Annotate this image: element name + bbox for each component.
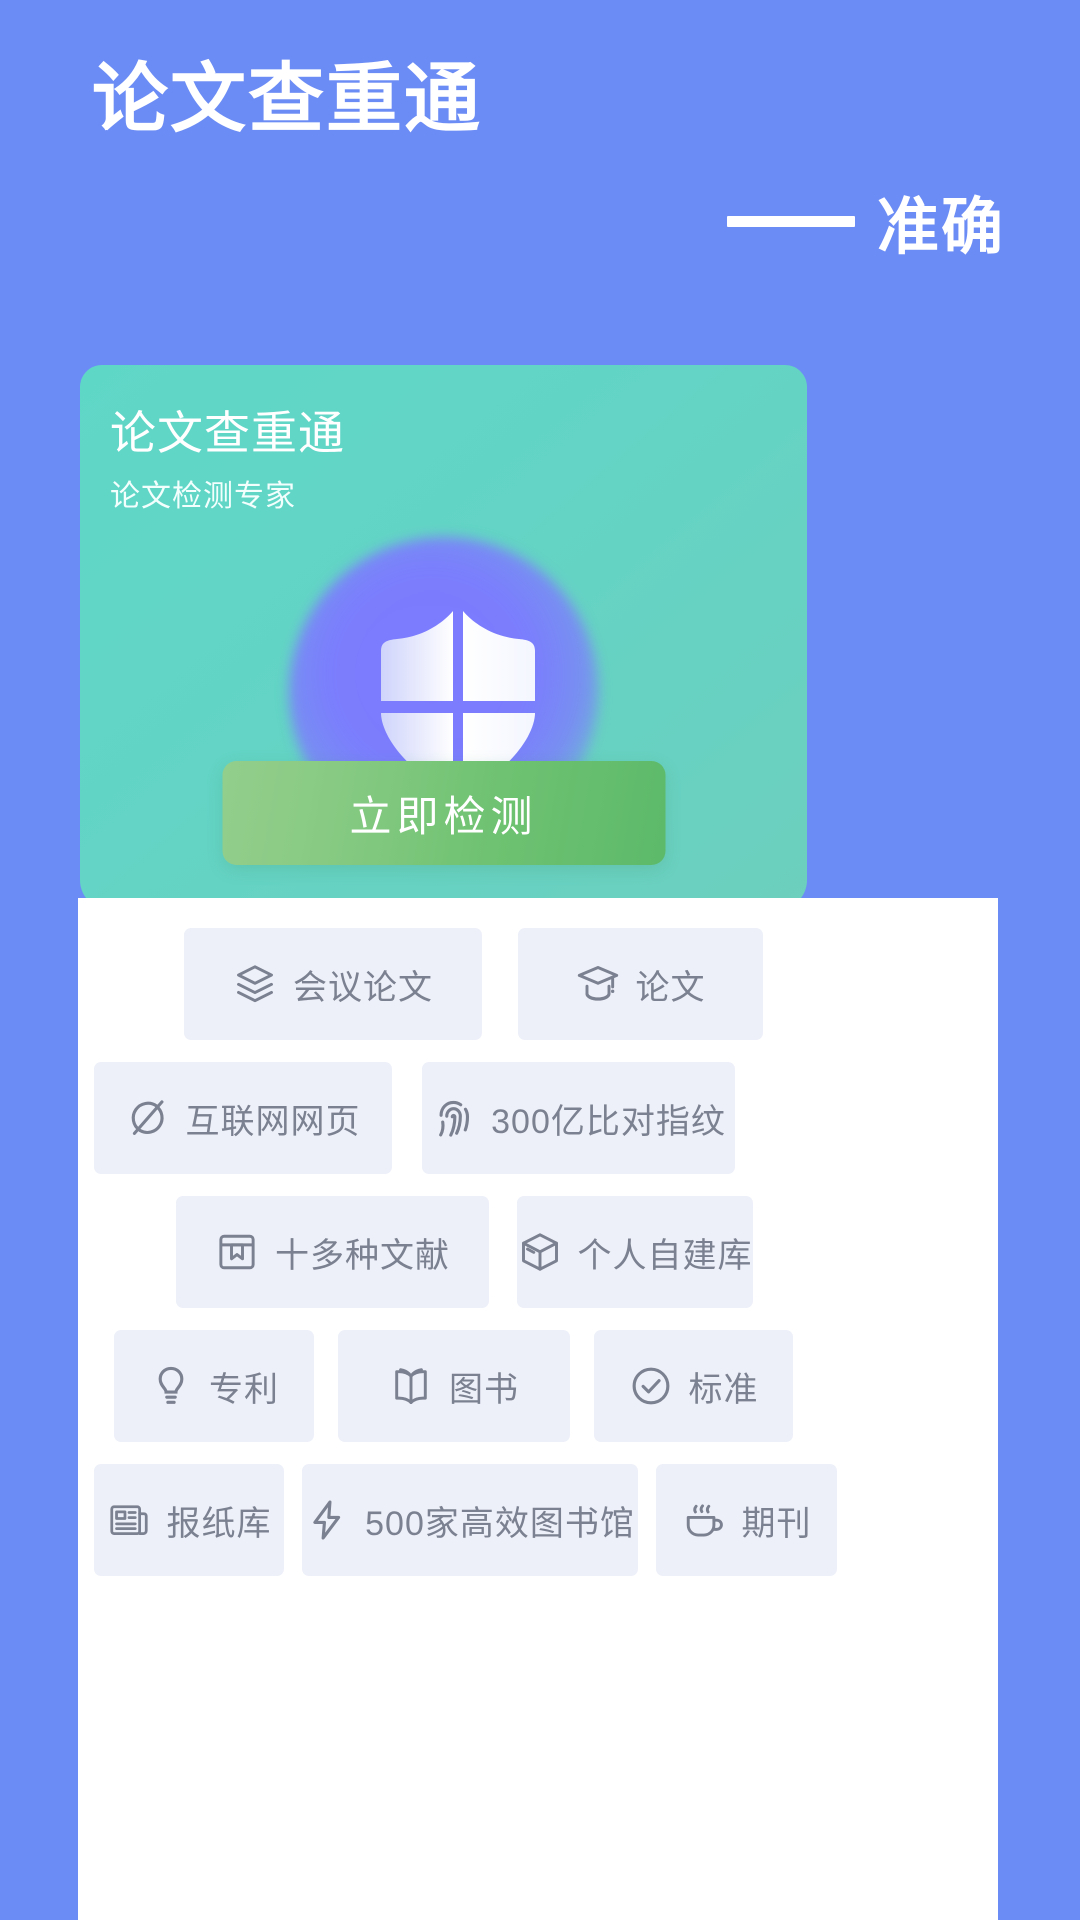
feature-chip-label: 300亿比对指纹 <box>491 1102 726 1141</box>
features-row-2: 互联网网页 300亿比对指纹 <box>78 1062 998 1174</box>
lightbulb-icon <box>149 1364 193 1408</box>
feature-chip-standards[interactable]: 标准 <box>594 1330 793 1442</box>
features-row-4: 专利 图书 标准 <box>78 1330 998 1442</box>
feature-chip-label: 十多种文献 <box>275 1236 450 1275</box>
feature-chip-fingerprint-compare[interactable]: 300亿比对指纹 <box>422 1062 735 1174</box>
feature-chip-label: 个人自建库 <box>577 1236 753 1275</box>
feature-chip-label: 互联网网页 <box>185 1102 361 1141</box>
feature-chip-label: 图书 <box>449 1370 519 1409</box>
features-row-3: 十多种文献 个人自建库 <box>78 1196 998 1308</box>
hero-header: 论文查重通 准确 <box>0 0 1080 365</box>
features-panel: 会议论文 论文 互联网网页 300亿比对指纹 十多种文献 个人自建库 专利 图书… <box>78 898 998 1920</box>
coffee-cup-icon <box>682 1498 726 1542</box>
feature-chip-libraries[interactable]: 500家高效图书馆 <box>302 1464 638 1576</box>
feature-chip-internet-pages[interactable]: 互联网网页 <box>94 1062 392 1174</box>
layers-icon <box>233 962 277 1006</box>
feature-chip-label: 专利 <box>209 1370 279 1409</box>
feature-chip-patent[interactable]: 专利 <box>114 1330 314 1442</box>
start-detection-label: 立即检测 <box>349 792 538 840</box>
feature-chip-label: 报纸库 <box>166 1504 272 1543</box>
feature-chip-label: 期刊 <box>741 1504 812 1543</box>
feature-chip-label: 会议论文 <box>293 968 433 1007</box>
app-title: 论文查重通 <box>92 57 482 142</box>
feature-chip-thesis[interactable]: 论文 <box>518 928 763 1040</box>
globe-icon <box>126 1096 170 1140</box>
hero-tagline: 准确 <box>726 176 1005 266</box>
features-row-1: 会议论文 论文 <box>78 928 998 1040</box>
graduation-cap-icon <box>576 962 620 1006</box>
feature-chip-conference-paper[interactable]: 会议论文 <box>184 928 482 1040</box>
check-circle-icon <box>629 1364 673 1408</box>
feature-chip-document-types[interactable]: 十多种文献 <box>176 1196 489 1308</box>
features-row-5: 报纸库 500家高效图书馆 期刊 <box>78 1464 998 1576</box>
newspaper-icon <box>107 1498 151 1542</box>
box-icon <box>518 1230 562 1274</box>
dash-divider-icon <box>726 215 855 227</box>
feature-chip-journals[interactable]: 期刊 <box>656 1464 837 1576</box>
start-detection-button[interactable]: 立即检测 <box>222 761 665 865</box>
lightning-icon <box>305 1498 349 1542</box>
bookmark-doc-icon <box>215 1230 259 1274</box>
hero-tagline-text: 准确 <box>876 193 1005 262</box>
card-title: 论文查重通 <box>110 407 345 459</box>
feature-chip-label: 500家高效图书馆 <box>365 1504 635 1543</box>
promo-card: 论文查重通 论文检测专家 立即检测 <box>80 365 807 910</box>
open-book-icon <box>389 1364 433 1408</box>
fingerprint-icon <box>431 1096 475 1140</box>
card-subtitle: 论文检测专家 <box>110 480 296 513</box>
feature-chip-newspaper-db[interactable]: 报纸库 <box>94 1464 284 1576</box>
feature-chip-personal-library[interactable]: 个人自建库 <box>517 1196 753 1308</box>
feature-chip-label: 论文 <box>635 968 706 1007</box>
feature-chip-books[interactable]: 图书 <box>338 1330 570 1442</box>
feature-chip-label: 标准 <box>688 1370 759 1409</box>
